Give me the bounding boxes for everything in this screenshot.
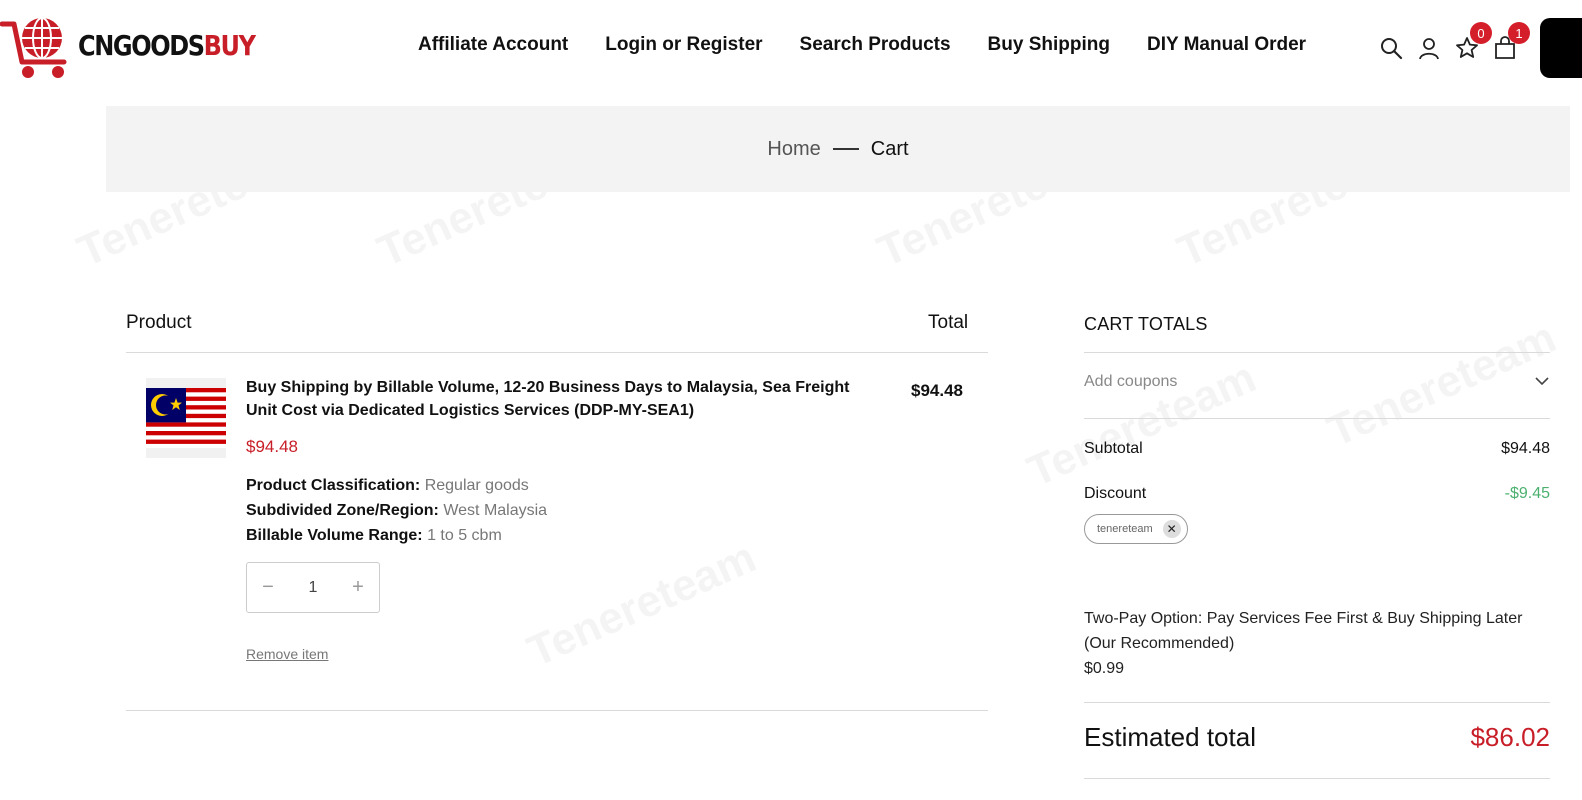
product-name-link[interactable]: Buy Shipping by Billable Volume, 12-20 B… [246,376,866,422]
total-column-header: Total [928,312,969,333]
estimated-total-label: Estimated total [1084,722,1256,752]
minus-icon[interactable]: − [259,576,277,599]
coupon-code: tenereteam [1097,523,1153,535]
two-pay-option: Two-Pay Option: Pay Services Fee First &… [1084,606,1550,681]
wishlist-button[interactable]: 0 [1448,22,1492,62]
account-button[interactable] [1410,34,1448,62]
quantity-value[interactable]: 1 [309,579,318,597]
nav-diy-manual-order[interactable]: DIY Manual Order [1147,34,1306,56]
attribute-key: Subdivided Zone/Region: [246,502,439,519]
product-line-total: $94.48 [911,381,963,400]
attribute-key: Billable Volume Range: [246,527,423,544]
discount-value: -$9.45 [1504,485,1550,502]
applied-coupon-chip: tenereteam ✕ [1084,514,1188,544]
breadcrumb-current: Cart [870,137,909,160]
remove-coupon-close-icon[interactable]: ✕ [1162,520,1181,538]
side-panel-tab[interactable] [1540,18,1582,78]
attribute-row: Subdivided Zone/Region: West Malaysia [246,498,547,523]
attribute-row: Billable Volume Range: 1 to 5 cbm [246,523,547,548]
header-actions: 0 1 [1372,22,1530,62]
cart-globe-logo-icon [0,17,67,78]
watermark-text: Tenereteam [520,533,763,678]
nav-search-products[interactable]: Search Products [800,34,951,56]
chevron-down-icon [1535,377,1549,386]
totals-divider [1084,418,1550,419]
add-coupons-label: Add coupons [1084,373,1178,390]
table-footer-divider [126,710,988,711]
cart-totals-title: CART TOTALS [1084,314,1208,334]
site-logo[interactable]: CNGOODSBUY [0,10,256,82]
nav-login-register[interactable]: Login or Register [605,34,762,56]
estimated-total-row: Estimated total $86.02 [1084,722,1550,753]
brand-suffix: BUY [203,29,256,63]
quantity-stepper: − 1 + [246,562,380,613]
nav-affiliate-account[interactable]: Affiliate Account [418,34,568,56]
attribute-value: 1 to 5 cbm [427,527,502,544]
product-column-header: Product [126,312,192,333]
user-icon [1419,38,1439,60]
search-icon [1381,38,1403,60]
attribute-value: West Malaysia [443,502,548,519]
subtotal-value: $94.48 [1501,440,1550,457]
discount-row: Discount -$9.45 [1084,485,1550,503]
malaysia-flag-icon [146,388,226,448]
product-thumbnail[interactable] [146,378,226,458]
totals-divider [1084,352,1550,353]
breadcrumb-home-link[interactable]: Home [767,138,820,161]
remove-item-link[interactable]: Remove item [246,646,328,662]
table-header-divider [126,352,988,353]
breadcrumb-separator [832,148,859,150]
search-button[interactable] [1372,34,1410,62]
plus-icon[interactable]: + [349,576,367,599]
estimated-total-value: $86.02 [1470,722,1550,752]
two-pay-text: Two-Pay Option: Pay Services Fee First &… [1084,610,1523,652]
totals-divider [1084,778,1550,779]
totals-divider [1084,702,1550,703]
cart-count-badge: 1 [1508,22,1530,44]
site-header: CNGOODSBUY Affiliate Account Login or Re… [0,0,1582,96]
subtotal-label: Subtotal [1084,440,1143,457]
breadcrumb: Home Cart [106,106,1570,192]
discount-label: Discount [1084,485,1147,502]
attribute-row: Product Classification: Regular goods [246,473,547,498]
attribute-value: Regular goods [424,477,529,494]
attribute-key: Product Classification: [246,477,421,494]
main-nav: Affiliate Account Login or Register Sear… [418,34,1343,56]
product-attributes: Product Classification: Regular goods Su… [246,473,547,548]
brand-name: CNGOODSBUY [78,29,256,63]
two-pay-fee: $0.99 [1084,660,1125,677]
add-coupons-toggle[interactable]: Add coupons [1084,373,1550,391]
subtotal-row: Subtotal $94.48 [1084,440,1550,458]
nav-buy-shipping[interactable]: Buy Shipping [988,34,1110,56]
brand-prefix: CNGOODS [78,29,205,63]
cart-button[interactable]: 1 [1486,22,1530,62]
product-unit-price: $94.48 [246,437,298,456]
